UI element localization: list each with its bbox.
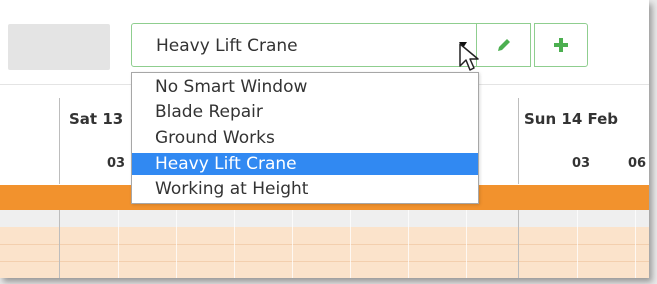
add-button[interactable]	[534, 23, 588, 67]
option-ground-works[interactable]: Ground Works	[132, 127, 478, 149]
grid-row	[0, 261, 649, 278]
grid-line	[518, 210, 519, 278]
grid-line	[292, 210, 293, 278]
option-blade-repair[interactable]: Blade Repair	[132, 101, 478, 123]
pencil-icon	[497, 39, 510, 51]
hour-tick: 03	[572, 156, 591, 171]
hour-tick: 06	[628, 156, 647, 171]
grid-line	[466, 210, 467, 278]
schedule-grid	[0, 210, 649, 278]
smart-window-dropdown: No Smart Window Blade Repair Ground Work…	[131, 72, 479, 204]
select-value: Heavy Lift Crane	[156, 36, 298, 56]
grid-line	[234, 210, 235, 278]
grid-line	[635, 210, 636, 278]
grid-row	[0, 227, 649, 244]
plus-icon	[554, 38, 568, 52]
scheduler-panel: Heavy Lift Crane Sat 13 03 Sun 14 Feb 03…	[0, 0, 649, 278]
hour-tick: 03	[107, 156, 126, 171]
grid-line	[408, 210, 409, 278]
day-header-sat: Sat 13	[69, 110, 124, 128]
grid-line	[118, 210, 119, 278]
grid-line	[577, 210, 578, 278]
day-separator	[518, 98, 519, 184]
grid-row	[0, 210, 649, 227]
day-header-sun: Sun 14 Feb	[524, 110, 619, 128]
grid-line	[350, 210, 351, 278]
grid-row	[0, 244, 649, 262]
option-heavy-lift-crane[interactable]: Heavy Lift Crane	[132, 153, 478, 175]
grid-line	[176, 210, 177, 278]
grid-line	[59, 210, 60, 278]
mouse-cursor-icon	[459, 43, 479, 71]
day-separator	[59, 98, 60, 184]
option-working-at-height[interactable]: Working at Height	[132, 178, 478, 200]
placeholder-box	[8, 24, 110, 70]
smart-window-select[interactable]: Heavy Lift Crane	[131, 23, 477, 67]
option-no-smart-window[interactable]: No Smart Window	[132, 76, 478, 98]
